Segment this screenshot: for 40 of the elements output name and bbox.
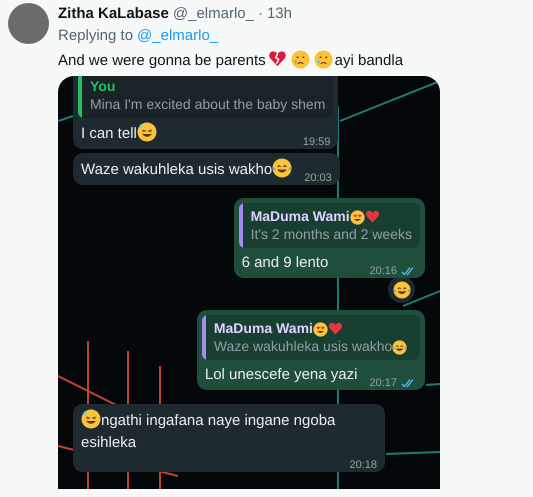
message-time: 19:59 xyxy=(302,135,330,149)
light-beam-drawing xyxy=(58,115,74,122)
crying-face-icon xyxy=(314,50,333,69)
grinning-sweat-face-icon xyxy=(136,122,157,142)
quote-text: Mina I'm excited about the baby shem xyxy=(90,95,326,114)
grinning-sweat-face-icon xyxy=(81,409,101,429)
laughing-tears-face-icon xyxy=(392,280,410,298)
light-beam-drawing xyxy=(426,383,440,386)
message-text: ngathi ingafana naye ingane ngoba esihleka xyxy=(81,409,377,454)
quote-author: MaDuma Wami xyxy=(250,207,412,225)
message-time: 20:03 xyxy=(304,171,332,185)
crying-face-icon xyxy=(290,50,310,69)
post-time[interactable]: 13h xyxy=(266,4,292,24)
quote-author: MaDuma Wami xyxy=(214,319,408,337)
light-beam-drawing xyxy=(386,451,440,455)
heart-icon xyxy=(364,209,380,224)
heart-icon xyxy=(328,321,343,336)
broken-heart-icon xyxy=(268,49,287,68)
message-text: Lol unescefe yena yazi xyxy=(204,365,358,385)
message-time: 20:18 xyxy=(349,458,377,472)
laughing-tears-face-icon xyxy=(392,340,408,355)
chat-screenshot[interactable] xyxy=(58,76,440,489)
replying-label: Replying to xyxy=(58,26,134,46)
message-text: Waze wakuhleka usis wakho xyxy=(81,158,292,181)
heart-eyes-face-icon xyxy=(350,210,365,225)
message-time: 20:16 xyxy=(369,264,417,278)
post-text: And we were gonna be parents ayi bandla xyxy=(58,49,440,71)
quote-author: You xyxy=(90,77,116,95)
separator: · xyxy=(258,4,263,24)
laughing-tears-face-icon xyxy=(272,158,292,178)
author-handle[interactable]: @_elmarlo_ xyxy=(172,4,254,24)
message-text: I can tell xyxy=(81,122,157,145)
message-text: 6 and 9 lento xyxy=(242,253,328,273)
author-name[interactable]: Zitha KaLabase xyxy=(58,4,169,24)
quote-text: Waze wakuhleka usis wakho xyxy=(214,337,408,356)
heart-eyes-face-icon xyxy=(312,322,328,337)
quote-text: It's 2 months and 2 weeks xyxy=(250,225,412,244)
light-beam-drawing xyxy=(402,290,440,307)
message-time: 20:17 xyxy=(369,376,417,390)
avatar[interactable] xyxy=(8,3,49,44)
